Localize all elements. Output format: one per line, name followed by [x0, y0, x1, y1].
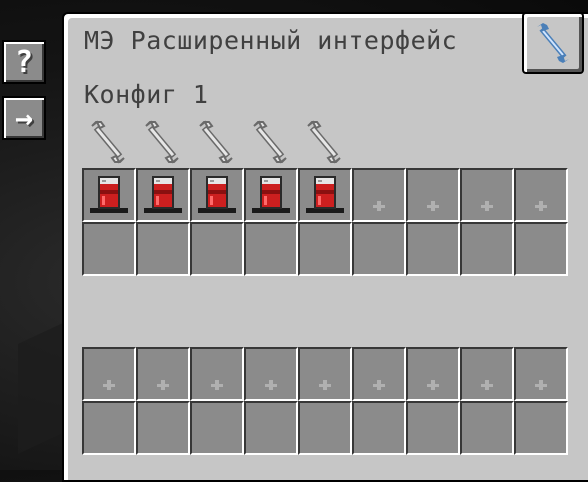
fluid-storage-cell-icon — [252, 176, 290, 213]
storage-slot[interactable] — [190, 222, 244, 276]
arrow-down-icon — [373, 201, 385, 211]
arrow-down-icon — [103, 380, 115, 390]
arrow-down-icon — [265, 380, 277, 390]
storage-slot[interactable] — [136, 222, 190, 276]
config-slot[interactable] — [136, 347, 190, 401]
wrench-outline-icon — [307, 120, 341, 164]
storage-slot[interactable] — [460, 222, 514, 276]
arrow-down-icon — [535, 201, 547, 211]
fluid-storage-cell-icon — [144, 176, 182, 213]
upgrade-slot[interactable] — [142, 120, 182, 164]
upgrade-slot[interactable] — [250, 120, 290, 164]
arrow-down-icon — [157, 380, 169, 390]
config-slot[interactable] — [352, 347, 406, 401]
help-button[interactable]: ? — [2, 40, 46, 84]
panel-title: МЭ Расширенный интерфейс — [84, 26, 458, 55]
storage-slot[interactable] — [82, 222, 136, 276]
storage-slot[interactable] — [514, 222, 568, 276]
storage-slot[interactable] — [514, 401, 568, 455]
arrow-button[interactable]: → — [2, 96, 46, 140]
arrow-down-icon — [319, 380, 331, 390]
config-slot[interactable] — [244, 168, 298, 222]
config-slot[interactable] — [136, 168, 190, 222]
arrow-down-icon — [427, 380, 439, 390]
config-slot[interactable] — [352, 168, 406, 222]
config-slot[interactable] — [244, 347, 298, 401]
config-slot[interactable] — [298, 347, 352, 401]
arrow-down-icon — [373, 380, 385, 390]
config-slot[interactable] — [82, 347, 136, 401]
arrow-down-icon — [481, 201, 493, 211]
config-slot[interactable] — [298, 168, 352, 222]
storage-slot[interactable] — [352, 401, 406, 455]
config-slot[interactable] — [406, 168, 460, 222]
storage-slot[interactable] — [460, 401, 514, 455]
wrench-outline-icon — [199, 120, 233, 164]
config-slot[interactable] — [460, 347, 514, 401]
arrow-down-icon — [211, 380, 223, 390]
wrench-outline-icon — [145, 120, 179, 164]
config-slot[interactable] — [82, 168, 136, 222]
help-label: ? — [14, 44, 34, 80]
storage-slot[interactable] — [190, 401, 244, 455]
wrench-icon — [537, 23, 569, 63]
config-slot[interactable] — [190, 168, 244, 222]
arrow-label: → — [14, 100, 34, 136]
storage-slot[interactable] — [82, 401, 136, 455]
wrench-outline-icon — [253, 120, 287, 164]
upgrade-slot[interactable] — [196, 120, 236, 164]
config-tab[interactable] — [522, 12, 584, 74]
config-slot[interactable] — [190, 347, 244, 401]
fluid-storage-cell-icon — [198, 176, 236, 213]
fluid-storage-cell-icon — [306, 176, 344, 213]
storage-slot[interactable] — [352, 222, 406, 276]
config-slot[interactable] — [406, 347, 460, 401]
storage-slot[interactable] — [136, 401, 190, 455]
storage-slot[interactable] — [298, 401, 352, 455]
config-slot[interactable] — [514, 168, 568, 222]
storage-slot[interactable] — [406, 222, 460, 276]
config-label: Конфиг 1 — [84, 80, 209, 109]
upgrade-slot[interactable] — [88, 120, 128, 164]
storage-slot[interactable] — [298, 222, 352, 276]
arrow-down-icon — [427, 201, 439, 211]
storage-slot[interactable] — [244, 222, 298, 276]
wrench-outline-icon — [91, 120, 125, 164]
arrow-down-icon — [535, 380, 547, 390]
upgrade-slot[interactable] — [304, 120, 344, 164]
storage-slot[interactable] — [406, 401, 460, 455]
storage-slot[interactable] — [244, 401, 298, 455]
config-slot[interactable] — [460, 168, 514, 222]
config-slot[interactable] — [514, 347, 568, 401]
arrow-down-icon — [481, 380, 493, 390]
fluid-storage-cell-icon — [90, 176, 128, 213]
